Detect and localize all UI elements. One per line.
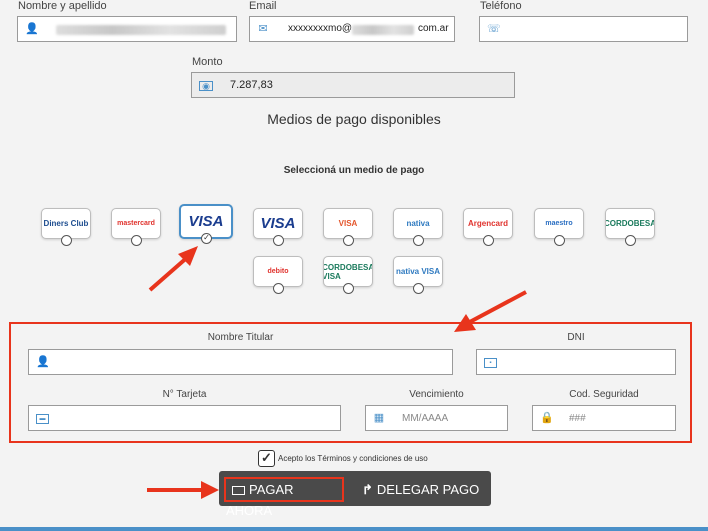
email-prefix: xxxxxxxxmo@: [288, 23, 353, 34]
expiry-field[interactable]: ▦ MM/AAAA: [365, 405, 508, 431]
maestro-icon: maestro: [545, 220, 573, 227]
redacted-name: [56, 25, 226, 35]
email-field[interactable]: ✉ xxxxxxxxmo@ com.ar: [249, 16, 455, 42]
holder-field[interactable]: 👤: [28, 349, 453, 375]
amount-field: ◉ 7.287,83: [191, 72, 515, 98]
lock-icon: 🔒: [540, 412, 554, 424]
name-label: Nombre y apellido: [18, 0, 107, 12]
arrow-to-visa-icon: [148, 246, 198, 292]
cvv-field[interactable]: 🔒 ###: [532, 405, 676, 431]
email-suffix: com.ar: [418, 23, 449, 34]
terms-checkbox[interactable]: ✓: [258, 450, 275, 467]
user-icon: 👤: [25, 23, 39, 35]
email-label: Email: [249, 0, 277, 12]
nativa-icon: nativa: [406, 219, 430, 228]
cordobesa-visa-icon: CORDOBESA VISA: [323, 262, 373, 281]
delegate-button[interactable]: ↱ DELEGAR PAGO: [362, 477, 488, 502]
share-arrow-icon: ↱: [362, 482, 373, 497]
cordobesa-icon: CORDOBESA: [605, 219, 655, 228]
envelope-icon: ✉: [258, 23, 268, 35]
payment-radio[interactable]: [413, 235, 424, 246]
cvv-label: Cod. Seguridad: [569, 389, 639, 400]
holder-label: Nombre Titular: [207, 332, 274, 343]
expiry-label: Vencimiento: [409, 389, 464, 400]
nativa-visa-icon: nativa VISA: [395, 267, 440, 276]
phone-icon: ☏: [487, 23, 501, 35]
payment-radio[interactable]: [483, 235, 494, 246]
visa-icon: VISA: [188, 213, 224, 230]
amount-label: Monto: [192, 56, 223, 68]
bottom-bar: [0, 527, 708, 531]
phone-field[interactable]: ☏: [479, 16, 688, 42]
dni-field[interactable]: ▪: [476, 349, 676, 375]
id-card-icon: ▪: [484, 358, 497, 368]
payment-radio[interactable]: [413, 283, 424, 294]
money-icon: ◉: [199, 81, 213, 91]
naranja-visa-icon: VISA: [338, 219, 358, 228]
payment-radio[interactable]: [273, 283, 284, 294]
payment-radio[interactable]: [61, 235, 72, 246]
amount-value: 7.287,83: [230, 79, 273, 91]
cvv-placeholder: ###: [569, 413, 586, 424]
card-number-label: N° Tarjeta: [162, 389, 207, 400]
calendar-icon: ▦: [373, 412, 385, 424]
dni-label: DNI: [567, 332, 585, 343]
user-icon: 👤: [36, 356, 50, 368]
credit-card-icon: ▬: [36, 414, 49, 424]
payment-title: Medios de pago disponibles: [267, 111, 441, 127]
card-number-field[interactable]: ▬: [28, 405, 341, 431]
expiry-placeholder: MM/AAAA: [402, 413, 449, 424]
mastercard-debit-icon: debito: [267, 268, 289, 275]
credit-card-icon: [232, 486, 245, 495]
argencard-icon: Argencard: [467, 219, 508, 228]
payment-subtitle: Seleccioná un medio de pago: [283, 165, 425, 176]
delegate-label: DELEGAR PAGO: [376, 482, 480, 497]
payment-radio[interactable]: [343, 235, 354, 246]
terms-label: Acepto los Términos y condiciones de uso: [278, 454, 428, 463]
mastercard-icon: mastercard: [117, 220, 155, 227]
payment-radio[interactable]: [273, 235, 284, 246]
arrow-to-pay-icon: [147, 481, 219, 499]
visa-debit-icon: VISA: [260, 215, 296, 232]
pay-now-button[interactable]: PAGAR AHORA: [224, 477, 344, 518]
payment-radio[interactable]: [343, 283, 354, 294]
phone-label: Teléfono: [480, 0, 522, 12]
diners-club-icon: Diners Club: [43, 219, 89, 228]
redacted-email: [352, 25, 414, 35]
payment-radio[interactable]: [554, 235, 565, 246]
name-field[interactable]: 👤: [17, 16, 237, 42]
payment-radio[interactable]: [625, 235, 636, 246]
